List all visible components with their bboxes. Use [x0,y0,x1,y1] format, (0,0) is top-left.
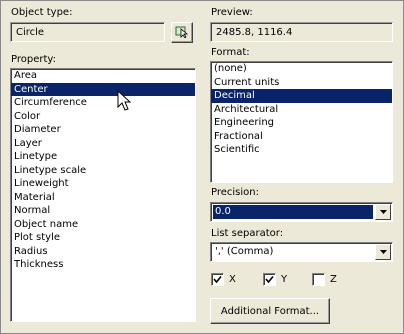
format-list-item[interactable]: Decimal [211,89,392,103]
precision-dropdown[interactable]: 0.0 [210,202,393,222]
checkbox-y[interactable]: Y [263,273,287,286]
list-separator-value: ',' (Comma) [215,246,274,257]
precision-value: 0.0 [213,205,373,219]
list-separator-dropdown[interactable]: ',' (Comma) [210,242,393,262]
checkbox-y-label: Y [281,274,288,285]
property-list[interactable]: Area Center Circumference Color Diameter Laye… [10,68,196,322]
property-list-item[interactable]: Layer [11,137,195,151]
format-list-item[interactable]: Engineering [211,116,392,130]
object-type-label: Object type: [11,7,73,18]
property-list-item[interactable]: Circumference [11,96,195,110]
checkbox-x[interactable]: X [211,273,236,286]
property-list-item[interactable]: Diameter [11,123,195,137]
checkbox-z[interactable]: Z [312,273,337,286]
checkbox-x-label: X [229,274,236,285]
property-list-item[interactable]: Thickness [11,258,195,272]
checkmark-icon [265,275,274,284]
property-label: Property: [11,54,56,65]
format-list-item[interactable]: Scientific [211,143,392,157]
precision-dropdown-button[interactable] [375,204,391,220]
chevron-down-icon [379,250,387,254]
property-list-item[interactable]: Material [11,191,195,205]
checkmark-icon [213,275,222,284]
format-list-item[interactable]: Current units [211,76,392,90]
property-list-item[interactable]: Plot style [11,231,195,245]
property-list-item[interactable]: Center [11,82,195,96]
mouse-cursor-icon [117,90,131,111]
select-objects-icon [175,24,189,41]
list-separator-label: List separator: [211,228,284,239]
format-list-item[interactable]: Fractional [211,130,392,144]
select-objects-button[interactable] [171,22,193,43]
checkbox-z-box[interactable] [312,273,325,286]
object-type-value: Circle [16,27,45,38]
object-type-field: Circle [10,22,165,42]
property-list-item[interactable]: Object name [11,218,195,232]
list-separator-dropdown-button[interactable] [375,244,391,260]
chevron-down-icon [379,210,387,214]
property-list-item[interactable]: Color [11,110,195,124]
preview-field: 2485.8, 1116.4 [210,22,393,42]
property-list-item[interactable]: Normal [11,204,195,218]
property-list-item[interactable]: Radius [11,245,195,259]
preview-value: 2485.8, 1116.4 [216,27,293,38]
format-label: Format: [211,47,250,58]
property-list-item[interactable]: Linetype [11,150,195,164]
checkbox-z-label: Z [330,274,337,285]
precision-label: Precision: [211,187,259,198]
format-list[interactable]: (none) Current units Decimal Architectural E… [210,61,393,183]
property-list-item[interactable]: Area [11,69,195,83]
preview-label: Preview: [211,7,253,18]
additional-format-button-label: Additional Format... [220,305,320,317]
additional-format-button[interactable]: Additional Format... [210,298,330,324]
format-list-item[interactable]: Architectural [211,103,392,117]
checkbox-y-box[interactable] [263,273,276,286]
format-list-item[interactable]: (none) [211,62,392,76]
property-list-item[interactable]: Linetype scale [11,164,195,178]
checkbox-x-box[interactable] [211,273,224,286]
field-dialog: Object type: Circle Property: Area Center… [0,0,404,334]
property-list-item[interactable]: Lineweight [11,177,195,191]
